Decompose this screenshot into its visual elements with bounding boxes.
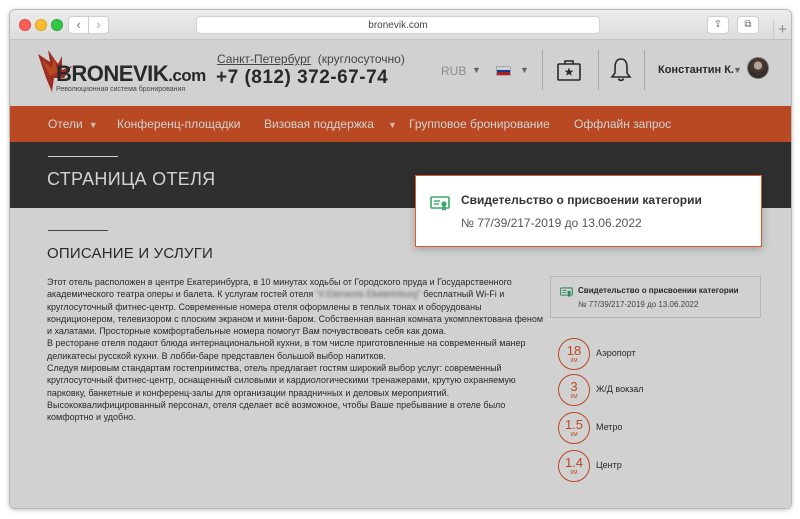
section-accent-line [48,230,108,231]
hotel-content: ОПИСАНИЕ И УСЛУГИ Этот отель расположен … [10,208,791,508]
nav-item-offline-request[interactable]: Оффлайн запрос [574,106,671,142]
site-header: BRONEVIK.com Революционная система брони… [10,40,791,106]
distance-badge: 1.5 КМ [558,412,590,444]
page-title: СТРАНИЦА ОТЕЛЯ [47,169,216,189]
share-icon[interactable]: ⇪ [707,16,729,34]
nav-item-visa-support[interactable]: Визовая поддержка ▼ [264,106,397,142]
hotel-description: Этот отель расположен в центре Екатеринб… [47,276,545,424]
certificate-icon [430,196,450,211]
browser-toolbar: ‹ › bronevik.com ⇪ ⧉ + [10,10,791,40]
new-tab-button[interactable]: + [773,20,791,40]
certificate-icon [560,287,573,298]
user-menu-name[interactable]: Константин К. [658,64,734,76]
web-page: BRONEVIK.com Революционная система брони… [10,40,791,508]
distance-item: 3 КМ Ж/Д вокзал [558,374,758,406]
title-accent-line [48,156,118,157]
divider [644,50,645,90]
popup-certificate-title: Свидетельство о присвоении категории [461,193,702,207]
avatar[interactable] [747,57,769,79]
distance-item: 1.5 КМ Метро [558,412,758,444]
main-navigation: Отели ▼ Конференц-площадки Визовая поддер… [10,106,791,142]
tabs-overview-icon[interactable]: ⧉ [737,16,759,34]
distance-label: Метро [596,422,623,432]
description-paragraph: Следуя мировым стандартам гостеприимства… [47,363,516,423]
distance-badge: 18 КМ [558,338,590,370]
bronevik-logo[interactable]: BRONEVIK.com Революционная система брони… [32,48,206,102]
divider [598,50,599,90]
distance-badge: 3 КМ [558,374,590,406]
city-name[interactable]: Санкт-Петербург [217,52,311,66]
phone-number[interactable]: +7 (812) 372-67-74 [216,67,388,89]
support-hours: (круглосуточно) [317,52,405,66]
bell-icon[interactable] [610,56,632,82]
certificate-card[interactable]: Свидетельство о присвоении категории № 7… [550,276,761,318]
close-window-button[interactable] [19,19,31,31]
distance-item: 1.4 КМ Центр [558,450,758,482]
popup-certificate-number: № 77/39/217-2019 до 13.06.2022 [461,216,642,230]
distance-badge: 1.4 КМ [558,450,590,482]
city-selector[interactable]: Санкт-Петербург (круглосуточно) [217,52,405,66]
certificate-title: Свидетельство о присвоении категории [578,286,739,295]
russian-flag-icon[interactable] [496,66,511,76]
chevron-down-icon[interactable]: ▼ [472,65,481,75]
browser-window: ‹ › bronevik.com ⇪ ⧉ + BRONEVIK.com Рево… [9,9,792,509]
certificate-number: № 77/39/217-2019 до 13.06.2022 [578,300,699,309]
address-bar[interactable]: bronevik.com [196,16,600,34]
distance-item: 18 КМ Аэропорт [558,338,758,370]
logo-tagline: Революционная система бронирования [56,86,186,93]
hotel-name-blurred: "4 Elements Ekaterinburg" [315,289,421,300]
distance-label: Аэропорт [596,348,636,358]
nav-item-conference-venues[interactable]: Конференц-площадки [117,106,241,142]
forward-button[interactable]: › [88,16,109,34]
chevron-down-icon[interactable]: ▼ [733,65,742,75]
minimize-window-button[interactable] [35,19,47,31]
distance-label: Центр [596,460,622,470]
chevron-down-icon: ▼ [387,120,397,130]
description-paragraph: В ресторане отеля подают блюда интернаци… [47,338,526,361]
logo-wordmark: BRONEVIK.com [56,61,206,86]
currency-selector[interactable]: RUB [441,64,466,78]
certificate-popup[interactable]: Свидетельство о присвоении категории № 7… [415,175,762,247]
nav-item-group-booking[interactable]: Групповое бронирование [409,106,550,142]
divider [542,50,543,90]
chevron-down-icon: ▼ [88,120,98,130]
chevron-down-icon[interactable]: ▼ [520,65,529,75]
briefcase-star-icon[interactable] [556,58,582,82]
description-paragraph: Этот отель расположен в центре Екатеринб… [47,277,544,337]
section-title: ОПИСАНИЕ И УСЛУГИ [47,245,214,262]
nav-item-hotels[interactable]: Отели ▼ [48,106,98,142]
zoom-window-button[interactable] [51,19,63,31]
back-button[interactable]: ‹ [68,16,89,34]
distance-label: Ж/Д вокзал [596,384,644,394]
